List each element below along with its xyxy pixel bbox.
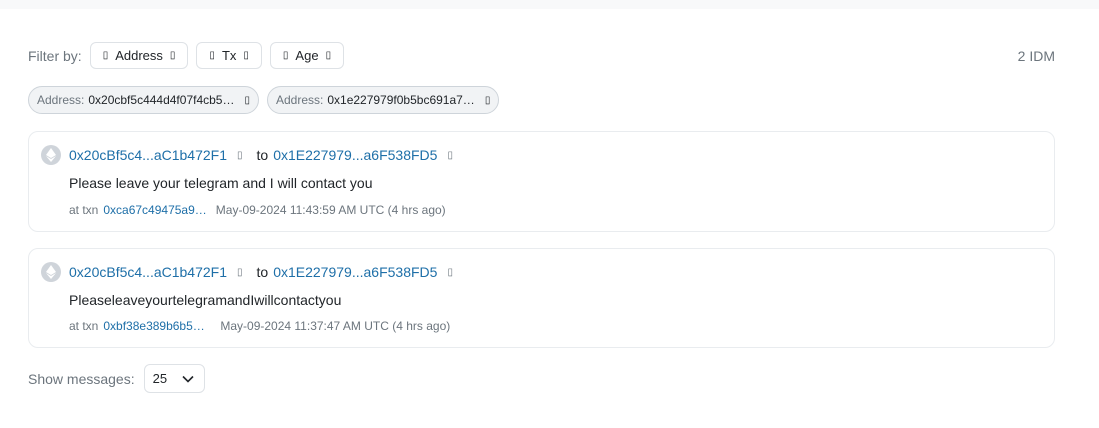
filter-chip-address-from[interactable]: Address: 0x20cbf5c444d4f07f4cb5… ▯ (28, 86, 259, 114)
copy-icon[interactable]: ▯ (237, 267, 243, 278)
to-label: to (256, 147, 269, 163)
chevron-down-icon: ▯ (169, 50, 176, 61)
page-size-control: Show messages: 25 (28, 364, 205, 393)
page-size-value: 25 (152, 371, 168, 386)
message-text: PleaseleaveyourtelegramandIwillcontactyo… (69, 292, 342, 308)
filter-tx-label: Tx (221, 48, 237, 63)
copy-icon[interactable]: ▯ (447, 267, 453, 278)
to-address-link[interactable]: 0x1E227979...a6F538FD5 (273, 147, 437, 163)
filter-icon: ▯ (282, 50, 289, 61)
filter-address-button[interactable]: ▯ Address ▯ (89, 42, 189, 69)
copy-icon[interactable]: ▯ (447, 150, 453, 161)
chip-key: Address: (37, 93, 85, 107)
txn-hash-link[interactable]: 0xca67c49475a9… (103, 203, 206, 217)
filter-bar: Filter by: ▯ Address ▯ ▯ Tx ▯ ▯ Age ▯ 2 … (28, 41, 1055, 70)
page-size-label: Show messages: (28, 370, 135, 387)
chip-value: 0x20cbf5c444d4f07f4cb5… (88, 93, 235, 107)
filter-icon: ▯ (102, 50, 109, 61)
filter-tx-button[interactable]: ▯ Tx ▯ (196, 42, 262, 69)
chevron-down-icon: ▯ (243, 50, 249, 61)
chip-value: 0x1e227979f0b5bc691a7… (327, 93, 475, 107)
message-text: Please leave your telegram and I will co… (69, 175, 373, 191)
active-filters: Address: 0x20cbf5c444d4f07f4cb5… ▯ Addre… (28, 86, 507, 114)
copy-icon[interactable]: ▯ (237, 150, 243, 161)
from-address-link[interactable]: 0x20cBf5c4...aC1b472F1 (69, 147, 227, 163)
chip-key: Address: (275, 93, 324, 107)
filter-label: Filter by: (28, 47, 82, 64)
at-txn-label: at txn (69, 203, 99, 217)
chevron-down-icon (182, 371, 194, 386)
message-card: 0x20cBf5c4...aC1b472F1 ▯ to 0x1E227979..… (28, 248, 1055, 348)
filter-icon: ▯ (209, 50, 215, 61)
filter-chip-address-to[interactable]: Address: 0x1e227979f0b5bc691a7… ▯ (266, 86, 500, 114)
message-card: 0x20cBf5c4...aC1b472F1 ▯ to 0x1E227979..… (28, 131, 1055, 232)
close-icon[interactable]: ▯ (244, 95, 250, 106)
page-size-select[interactable]: 25 (143, 364, 205, 393)
from-address-link[interactable]: 0x20cBf5c4...aC1b472F1 (69, 264, 227, 280)
message-header: 0x20cBf5c4...aC1b472F1 ▯ to 0x1E227979..… (41, 262, 462, 282)
message-meta: at txn 0xbf38e389b6b58… May-09-2024 11:3… (69, 319, 450, 333)
ethereum-icon (41, 145, 61, 165)
ethereum-icon (41, 262, 61, 282)
message-meta: at txn 0xca67c49475a9… May-09-2024 11:43… (69, 203, 446, 217)
close-icon[interactable]: ▯ (485, 95, 491, 106)
message-timestamp: May-09-2024 11:43:59 AM UTC (4 hrs ago) (215, 203, 446, 217)
filter-age-label: Age (295, 48, 319, 63)
to-address-link[interactable]: 0x1E227979...a6F538FD5 (273, 264, 437, 280)
to-label: to (256, 264, 269, 280)
filter-address-label: Address (115, 48, 163, 63)
message-header: 0x20cBf5c4...aC1b472F1 ▯ to 0x1E227979..… (41, 145, 462, 165)
filter-age-button[interactable]: ▯ Age ▯ (269, 42, 345, 69)
message-count: 2 IDM (1017, 47, 1055, 64)
chevron-down-icon: ▯ (325, 50, 332, 61)
message-timestamp: May-09-2024 11:37:47 AM UTC (4 hrs ago) (220, 319, 451, 333)
at-txn-label: at txn (69, 319, 99, 333)
top-band (0, 0, 1099, 9)
txn-hash-link[interactable]: 0xbf38e389b6b58… (103, 319, 211, 333)
